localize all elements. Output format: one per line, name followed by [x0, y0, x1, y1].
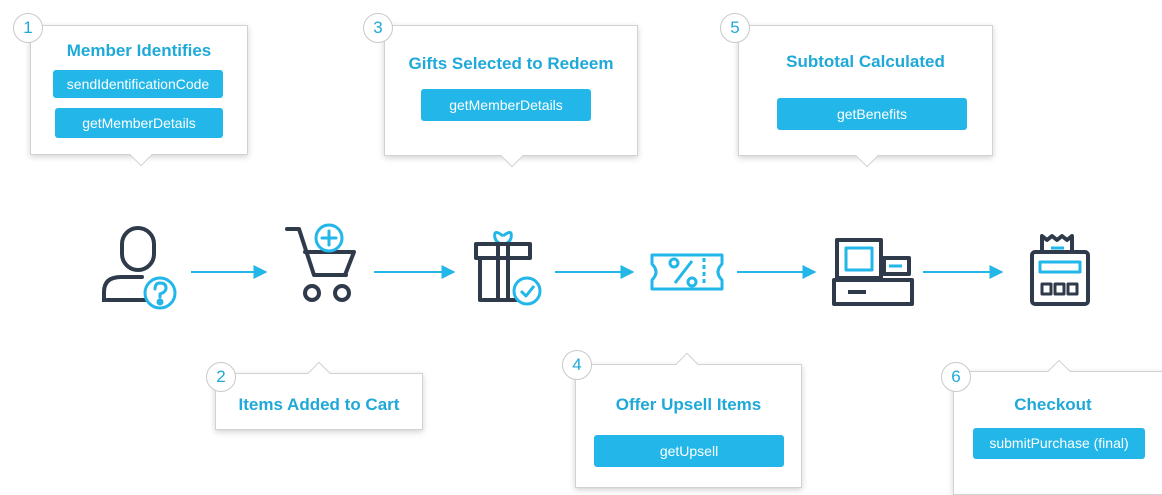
gift-check-icon: [474, 231, 542, 306]
member-question-icon: [102, 226, 177, 310]
cash-register-icon: [832, 238, 914, 306]
step-number-5: 5: [720, 13, 750, 43]
step-number-4: 4: [562, 350, 592, 380]
cart-add-icon: [285, 223, 356, 302]
receipt-terminal-icon: [1030, 234, 1090, 306]
coupon-percent-icon: [650, 253, 724, 291]
flow-diagram: [102, 223, 1090, 310]
step-number-2: 2: [206, 362, 236, 392]
step-number-1: 1: [13, 13, 43, 43]
step-number-6: 6: [941, 362, 971, 392]
step-number-3: 3: [363, 13, 393, 43]
